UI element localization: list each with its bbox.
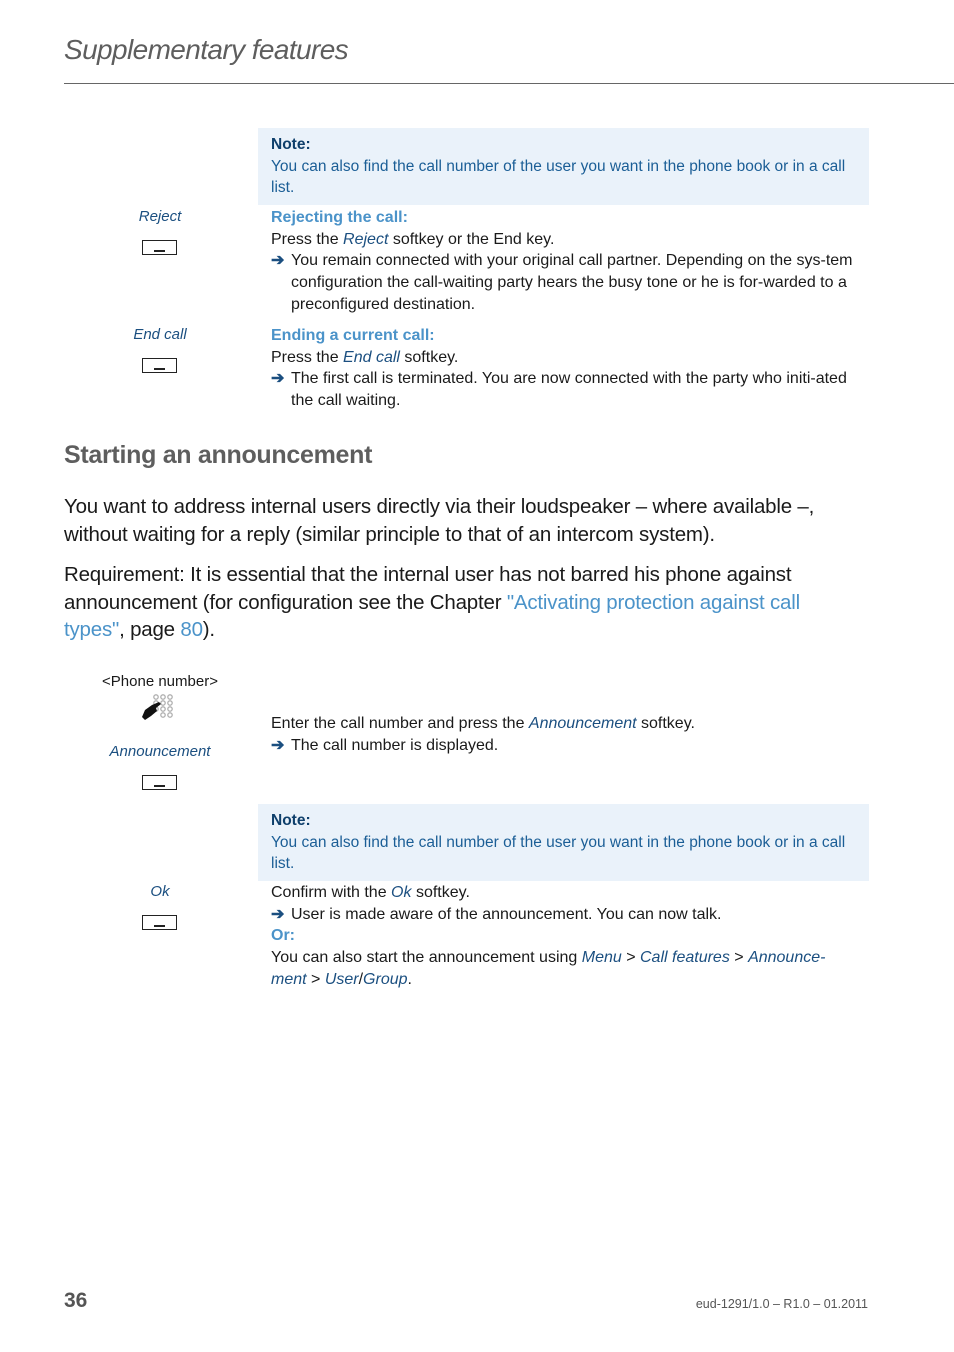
instruction-text: softkey or the End key. — [388, 230, 555, 248]
ok-softkey-label: Ok — [150, 883, 170, 900]
instruction-text: softkey. — [399, 348, 459, 366]
end-call-instruction: Press the End call softkey. — [271, 347, 861, 369]
announcement-softkey-button[interactable] — [142, 775, 177, 790]
section-intro: You want to address internal users direc… — [64, 495, 815, 546]
ok-instruction: Confirm with the Ok softkey. — [271, 882, 861, 904]
end-call-key-ref: End call — [343, 348, 400, 366]
path-separator: > — [729, 949, 749, 967]
reject-result: ➔ You remain connected with your origina… — [271, 250, 861, 315]
end-call-result: ➔ The first call is terminated. You are … — [271, 368, 861, 411]
path-separator: > — [306, 970, 325, 988]
instruction-text: Confirm with the — [271, 884, 392, 901]
result-arrow-icon: ➔ — [271, 736, 285, 754]
note-box: Note: You can also find the call number … — [258, 804, 869, 881]
reject-key-ref: Reject — [343, 230, 389, 248]
instruction-text: softkey. — [636, 715, 695, 732]
result-arrow-icon: ➔ — [271, 252, 285, 270]
instruction-text: Enter the call number and press the — [271, 715, 529, 732]
path-separator: > — [621, 949, 640, 967]
note-text: You can also find the call number of the… — [271, 833, 846, 873]
menu-path-group: Group — [363, 970, 408, 988]
reject-heading: Rejecting the call: — [271, 209, 408, 226]
page-number: 36 — [64, 1289, 88, 1312]
note-title: Note: — [271, 136, 311, 153]
alt-text: You can also start the announcement usin… — [271, 949, 582, 967]
reject-step-content: Rejecting the call: Press the Reject sof… — [271, 207, 861, 316]
result-arrow-icon: ➔ — [271, 905, 285, 923]
ok-key-ref: Ok — [391, 884, 412, 901]
header-divider — [64, 83, 954, 84]
reject-softkey-label: Reject — [138, 208, 182, 225]
menu-path-menu: Menu — [581, 949, 622, 967]
note-box: Note: You can also find the call number … — [258, 128, 869, 205]
announcement-key-ref: Announcement — [528, 715, 637, 732]
end-call-softkey-button[interactable] — [142, 358, 177, 373]
reject-instruction: Press the Reject softkey or the End key. — [271, 229, 861, 251]
menu-path-user: User — [324, 970, 359, 988]
instruction-text: Press the — [271, 230, 344, 248]
alternative-path: You can also start the announcement usin… — [271, 947, 861, 990]
announcement-step-content: Enter the call number and press the Anno… — [271, 713, 861, 756]
requirement-text: , page — [119, 618, 181, 641]
announcement-instruction: Enter the call number and press the Anno… — [271, 713, 861, 735]
running-header-title: Supplementary features — [64, 34, 349, 65]
keypad-dial-icon — [142, 694, 173, 720]
page-link[interactable]: 80 — [180, 618, 203, 641]
result-text: The call number is displayed. — [291, 736, 499, 754]
note-text: You can also find the call number of the… — [271, 157, 846, 197]
note-title: Note: — [271, 812, 311, 829]
result-text: You remain connected with your original … — [291, 252, 853, 313]
end-call-softkey-label: End call — [133, 326, 187, 343]
result-arrow-icon: ➔ — [271, 370, 285, 388]
instruction-text: softkey. — [411, 884, 470, 901]
section-requirement: Requirement: It is essential that the in… — [64, 561, 864, 644]
result-text: The first call is terminated. You are no… — [291, 370, 847, 410]
reject-softkey-button[interactable] — [142, 240, 177, 255]
ok-softkey-button[interactable] — [142, 915, 177, 930]
announcement-result: ➔ The call number is displayed. — [271, 735, 861, 757]
end-call-heading: Ending a current call: — [271, 327, 435, 344]
announcement-softkey-label: Announcement — [109, 743, 211, 760]
section-title: Starting an announcement — [64, 441, 373, 469]
end-call-step-content: Ending a current call: Press the End cal… — [271, 325, 861, 412]
or-label: Or: — [271, 927, 295, 945]
phone-number-input-label: <Phone number> — [102, 673, 218, 690]
ok-step-content: Confirm with the Ok softkey. ➔ User is m… — [271, 882, 861, 991]
requirement-text: ). — [202, 618, 215, 641]
document-id: eud-1291/1.0 – R1.0 – 01.2011 — [695, 1297, 868, 1311]
ok-result: ➔ User is made aware of the announcement… — [271, 904, 861, 926]
instruction-text: Press the — [271, 348, 344, 366]
alt-text: . — [407, 970, 412, 988]
result-text: User is made aware of the announcement. … — [291, 905, 722, 923]
menu-path-call-features: Call features — [640, 949, 730, 967]
